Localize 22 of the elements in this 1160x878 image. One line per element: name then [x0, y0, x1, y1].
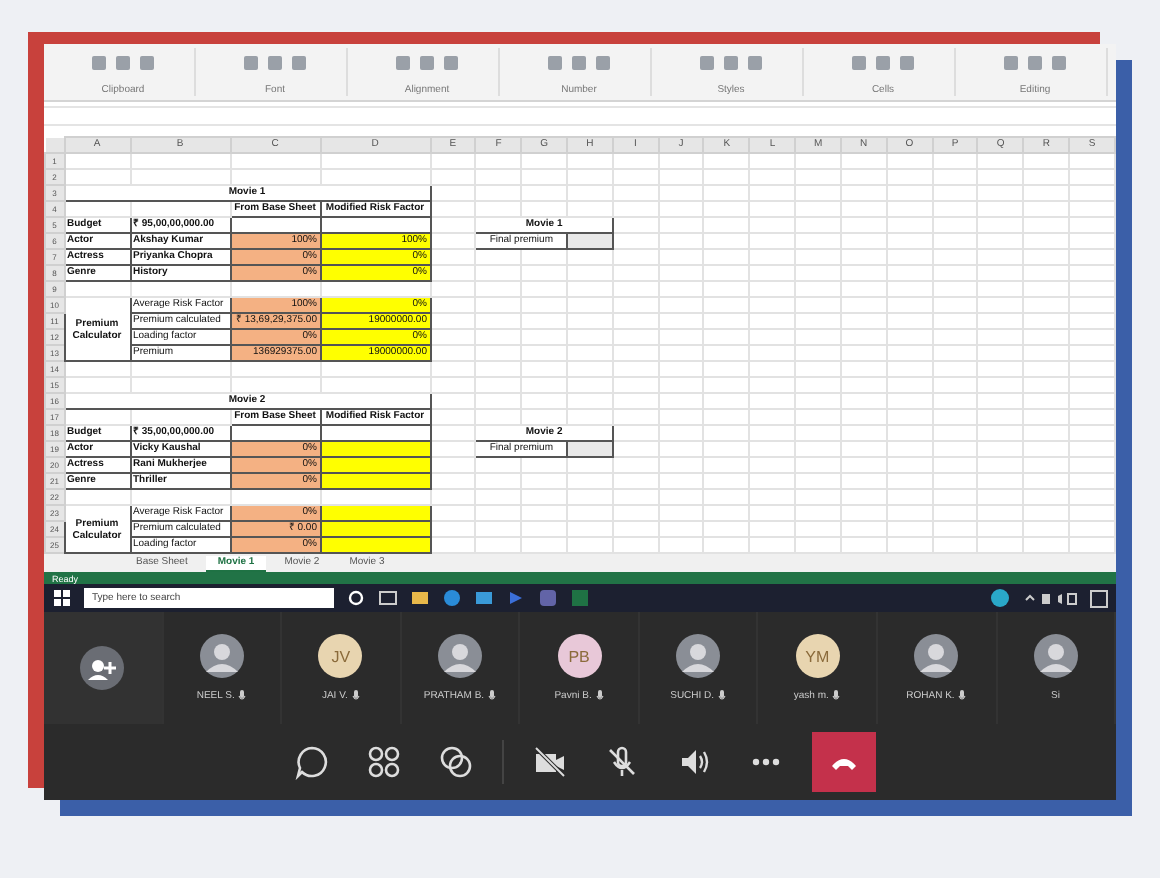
more-options-icon	[751, 758, 779, 766]
share-screen-icon	[437, 744, 473, 780]
notification-icon[interactable]	[1090, 589, 1108, 607]
avatar-initials: PB	[557, 634, 602, 678]
mic-off-icon	[603, 744, 639, 780]
avatar-initials: JV	[318, 634, 363, 678]
person-silhouette-icon	[199, 634, 244, 678]
add-people-icon[interactable]	[80, 646, 125, 690]
hang-up-button[interactable]	[811, 732, 875, 792]
formula-bar[interactable]	[44, 106, 1116, 127]
hang-up-icon	[829, 754, 857, 770]
camera-off-icon	[531, 744, 567, 780]
person-silhouette-icon	[914, 634, 959, 678]
windows-start-icon[interactable]	[52, 588, 72, 608]
chat-icon	[293, 744, 329, 780]
app-icon[interactable]	[990, 588, 1010, 608]
person-silhouette-icon	[437, 634, 482, 678]
participants-icon	[365, 744, 401, 780]
system-tray-icons[interactable]	[1022, 588, 1078, 608]
person-silhouette-icon	[1033, 634, 1078, 678]
person-silhouette-icon	[676, 634, 721, 678]
avatar-initials: YM	[795, 634, 840, 678]
